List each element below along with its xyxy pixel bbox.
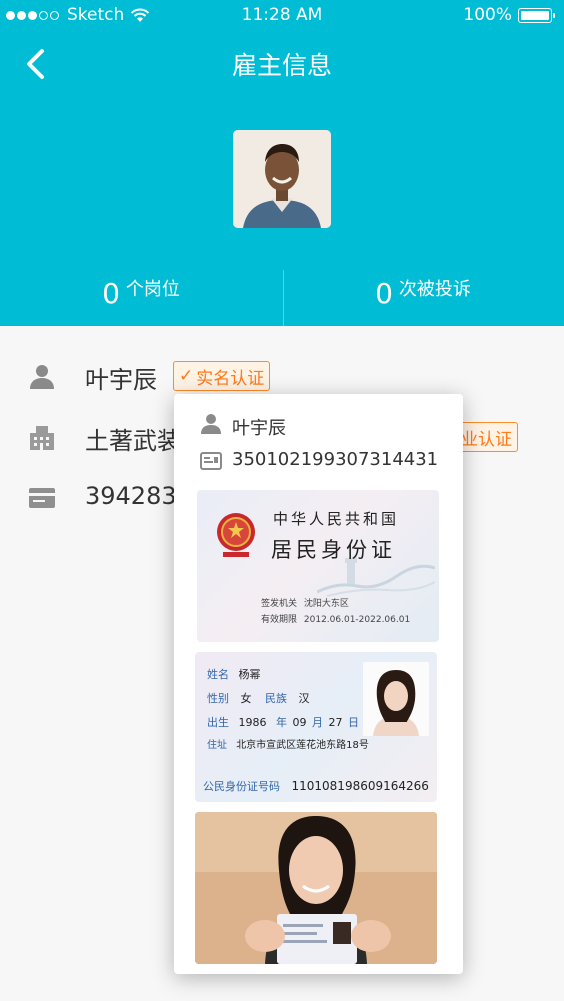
gender-value: 女 bbox=[240, 692, 252, 705]
page-title: 雇主信息 bbox=[231, 51, 332, 80]
jobs-label: 个岗位 bbox=[125, 279, 180, 300]
birth-year: 1986 bbox=[238, 716, 267, 729]
enterprise-badge-label: 业认证 bbox=[461, 429, 512, 450]
realname-verified-badge[interactable]: ✓ 实名认证 bbox=[173, 361, 271, 391]
complaints-count: 0 bbox=[375, 277, 393, 310]
checkmark-icon: ✓ bbox=[179, 366, 194, 386]
gender-label: 性别 bbox=[207, 692, 229, 705]
jobs-count: 0 bbox=[102, 277, 120, 310]
issuer-label: 签发机关 bbox=[261, 599, 298, 609]
id-number-label: 公民身份证号码 bbox=[203, 780, 280, 793]
birth-label: 出生 bbox=[207, 716, 229, 729]
header: Sketch 11:28 AM 100% 雇主信息 0 个岗位 0 次被投诉 bbox=[0, 0, 564, 326]
status-bar: Sketch 11:28 AM 100% bbox=[0, 0, 564, 30]
id-card-back-image[interactable]: 姓名 杨幂 性别 女 民族 汉 出生 1986 年 09 月 27 日 住址 北… bbox=[195, 652, 437, 802]
month-unit: 月 bbox=[312, 716, 323, 729]
birth-month: 09 bbox=[292, 716, 307, 729]
id-front-country: 中华人民共和国 bbox=[273, 510, 400, 528]
id-name-value: 杨幂 bbox=[238, 668, 261, 681]
stat-complaints[interactable]: 0 次被投诉 bbox=[282, 268, 564, 326]
popup-id-number: 350102199307314431 bbox=[232, 449, 439, 470]
stats-bar: 0 个岗位 0 次被投诉 bbox=[0, 268, 564, 326]
employer-info-screen: Sketch 11:28 AM 100% 雇主信息 0 个岗位 0 次被投诉 叶… bbox=[0, 0, 564, 1001]
battery-icon bbox=[518, 7, 555, 23]
person-icon bbox=[201, 414, 221, 434]
selfie-with-id-image bbox=[195, 812, 437, 964]
license-number: 394283 bbox=[85, 482, 177, 510]
id-card-icon bbox=[200, 452, 222, 470]
realname-badge-label: 实名认证 bbox=[196, 368, 265, 389]
day-unit: 日 bbox=[348, 716, 359, 729]
birth-day: 27 bbox=[328, 716, 343, 729]
holding-id-photo[interactable] bbox=[195, 812, 437, 964]
id-card-front-image[interactable]: 中华人民共和国 居民身份证 签发机关 沈阳大东区 有效期限 2012.06.01… bbox=[197, 490, 439, 642]
company-name: 土著武装 bbox=[85, 427, 181, 455]
battery-percent: 100% bbox=[463, 5, 512, 25]
identity-popup: 叶宇辰 350102199307314431 中华人民共和国 居民身份证 签发机… bbox=[174, 394, 463, 974]
stat-jobs[interactable]: 0 个岗位 bbox=[0, 268, 282, 326]
national-emblem-icon bbox=[217, 513, 255, 557]
validity-label: 有效期限 bbox=[261, 615, 298, 625]
employer-name: 叶宇辰 bbox=[85, 366, 157, 394]
building-icon bbox=[30, 426, 54, 450]
issuer-value: 沈阳大东区 bbox=[303, 599, 349, 609]
address-label: 住址 bbox=[207, 740, 227, 751]
name-label: 姓名 bbox=[207, 668, 229, 681]
id-number-value: 110108198609164266 bbox=[291, 779, 429, 793]
avatar[interactable] bbox=[233, 130, 331, 228]
address-value: 北京市宣武区莲花池东路18号 bbox=[236, 740, 369, 751]
year-unit: 年 bbox=[276, 716, 287, 729]
id-photo bbox=[363, 662, 429, 736]
person-icon bbox=[30, 365, 54, 389]
stats-divider bbox=[283, 270, 284, 326]
ethnicity-label: 民族 bbox=[265, 692, 287, 705]
card-icon bbox=[29, 488, 55, 508]
popup-name: 叶宇辰 bbox=[232, 418, 286, 439]
id-front-title: 居民身份证 bbox=[271, 538, 396, 562]
validity-value: 2012.06.01-2022.06.01 bbox=[303, 615, 411, 625]
ethnicity-value: 汉 bbox=[298, 692, 310, 705]
portrait-photo bbox=[233, 130, 331, 228]
complaints-label: 次被投诉 bbox=[398, 279, 471, 300]
